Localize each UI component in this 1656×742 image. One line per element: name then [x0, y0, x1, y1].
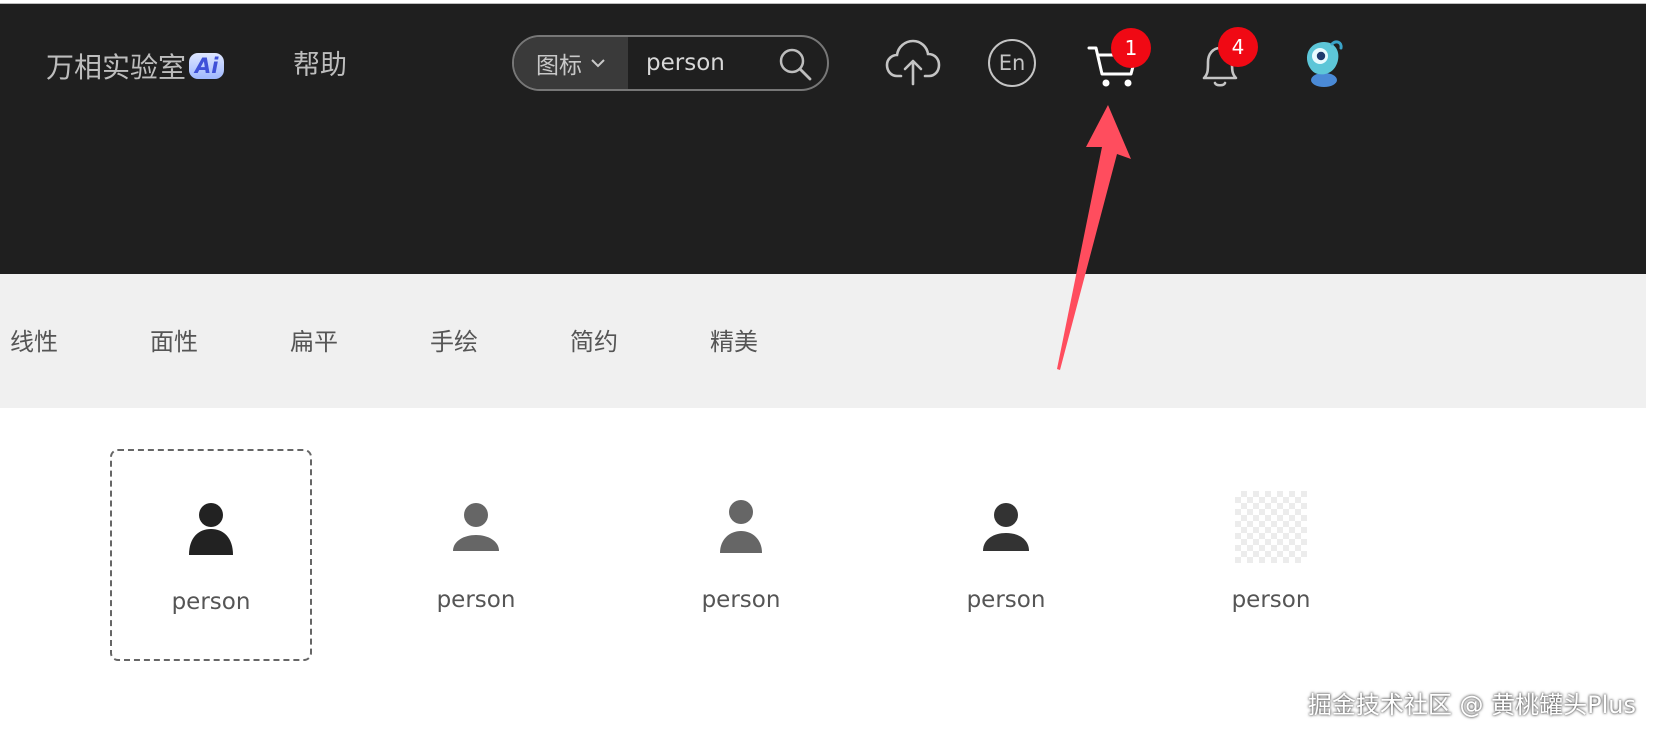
filter-solid[interactable]: 面性	[150, 322, 198, 357]
brand-logo[interactable]: 万相实验室 Ai	[46, 48, 225, 84]
cart-button[interactable]: 1	[1087, 28, 1151, 94]
search-type-select[interactable]: 图标	[514, 37, 628, 89]
filter-exquisite[interactable]: 精美	[710, 322, 758, 357]
result-name: person	[966, 587, 1046, 613]
result-name: person	[436, 587, 516, 613]
result-name: person	[171, 589, 251, 615]
person-icon	[175, 493, 247, 565]
filter-linear[interactable]: 线性	[10, 322, 58, 357]
search-input[interactable]	[644, 49, 788, 77]
brand-name: 万相实验室	[46, 51, 187, 84]
result-card[interactable]: person	[375, 449, 577, 661]
notification-count-badge: 4	[1218, 27, 1258, 67]
filter-minimal[interactable]: 简约	[570, 322, 618, 357]
result-card[interactable]: person	[1170, 449, 1372, 661]
help-link[interactable]: 帮助	[293, 48, 347, 84]
filter-flat[interactable]: 扁平	[290, 322, 338, 357]
person-icon	[440, 491, 512, 563]
notification-button[interactable]: 4	[1196, 27, 1258, 94]
cart-count-badge: 1	[1111, 28, 1151, 68]
person-icon	[705, 491, 777, 563]
filter-bar: 线性 面性 扁平 手绘 简约 精美	[0, 274, 1646, 408]
result-name: person	[701, 587, 781, 613]
top-navbar: 万相实验室 Ai 帮助 图标 En 1	[0, 3, 1646, 275]
search-box: 图标	[512, 35, 829, 91]
result-card[interactable]: person	[110, 449, 312, 661]
filter-hand-drawn[interactable]: 手绘	[430, 322, 478, 357]
result-card[interactable]: person	[640, 449, 842, 661]
search-icon[interactable]	[777, 46, 813, 82]
avatar[interactable]	[1298, 38, 1344, 88]
language-toggle[interactable]: En	[988, 39, 1036, 87]
watermark: 掘金技术社区 @ 黄桃罐头Plus	[1307, 691, 1636, 719]
cloud-upload-icon[interactable]	[885, 38, 941, 86]
result-name: person	[1231, 587, 1311, 613]
language-label: En	[998, 51, 1026, 75]
chevron-down-icon	[591, 59, 605, 68]
ai-badge: Ai	[189, 53, 225, 79]
search-type-label: 图标	[536, 53, 582, 79]
result-card[interactable]: person	[905, 449, 1107, 661]
person-icon	[970, 491, 1042, 563]
transparent-placeholder-icon	[1235, 491, 1307, 563]
